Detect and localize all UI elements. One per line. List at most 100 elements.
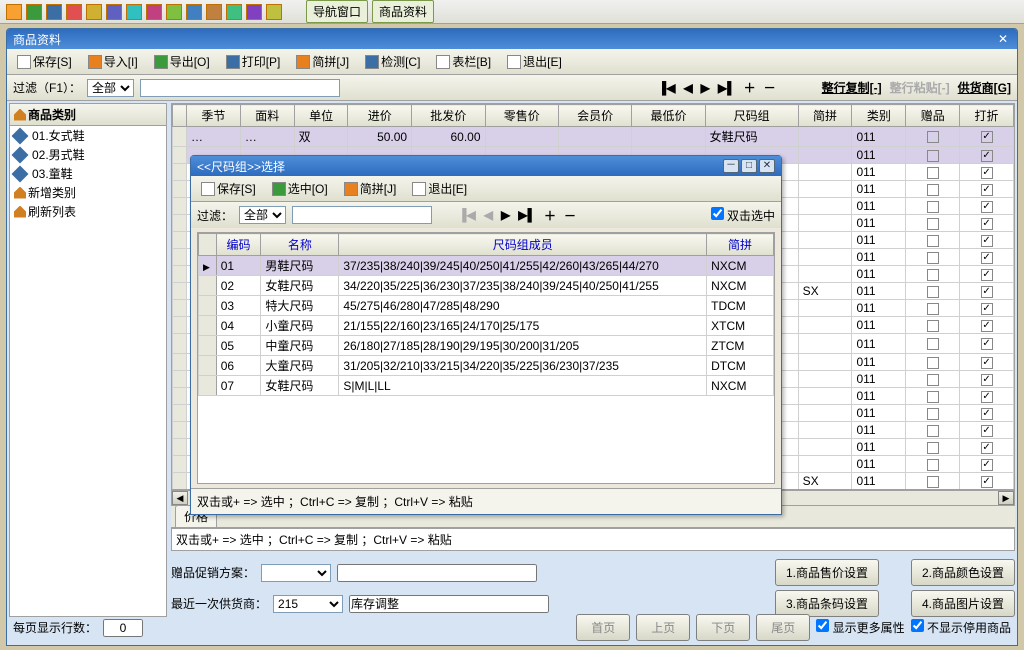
- row-copy-button[interactable]: 整行复制[-]: [822, 79, 882, 96]
- tree-header: 商品类别: [10, 104, 166, 126]
- image-settings-button[interactable]: 4.商品图片设置: [911, 590, 1015, 617]
- refresh-list-button[interactable]: 刷新列表: [10, 202, 166, 221]
- toolbar-icon[interactable]: [46, 4, 62, 20]
- dialog-title: <<尺码组>>选择: [197, 158, 285, 175]
- nav-add-icon[interactable]: ＋: [744, 79, 756, 96]
- tree-item[interactable]: 01.女式鞋: [10, 126, 166, 145]
- toolbar-icon[interactable]: [146, 4, 162, 20]
- first-page-button[interactable]: 首页: [576, 614, 630, 641]
- filter-label: 过滤（F1）：: [13, 79, 81, 96]
- add-category-button[interactable]: 新增类别: [10, 183, 166, 202]
- toolbar-icon[interactable]: [126, 4, 142, 20]
- nav-del-icon[interactable]: －: [764, 79, 776, 96]
- show-more-checkbox[interactable]: 显示更多属性: [816, 619, 904, 636]
- nav-last-icon[interactable]: ▶▌: [718, 81, 736, 95]
- promo-name-input[interactable]: [337, 564, 537, 582]
- table-row[interactable]: 07女鞋尺码S|M|L|LLNXCM: [199, 376, 774, 396]
- exit-button[interactable]: 退出[E]: [503, 51, 566, 72]
- table-row[interactable]: 02女鞋尺码34/220|35/225|36/230|37/235|38/240…: [199, 276, 774, 296]
- table-row[interactable]: ……双50.0060.00女鞋尺码011: [173, 127, 1014, 147]
- toolbar-icon[interactable]: [246, 4, 262, 20]
- minimize-icon[interactable]: －: [723, 159, 739, 173]
- nav-prev-icon: ◀: [484, 208, 493, 222]
- last-supplier-name-input[interactable]: [349, 595, 549, 613]
- promo-select[interactable]: [261, 564, 331, 582]
- toolbar-icon[interactable]: [166, 4, 182, 20]
- nav-prev-icon[interactable]: ◀: [683, 81, 692, 95]
- main-toolbar: 保存[S] 导入[I] 导出[O] 打印[P] 简拼[J] 检测[C] 表栏[B…: [7, 49, 1017, 75]
- dbl-click-select-checkbox[interactable]: 双击选中: [711, 207, 775, 224]
- dialog-filter-label: 过滤：: [197, 207, 233, 224]
- nav-tab[interactable]: 商品资料: [372, 0, 434, 23]
- print-button[interactable]: 打印[P]: [222, 51, 285, 72]
- next-page-button[interactable]: 下页: [696, 614, 750, 641]
- table-row[interactable]: 01男鞋尺码37/235|38/240|39/245|40/250|41/255…: [199, 256, 774, 276]
- toolbar-icon[interactable]: [26, 4, 42, 20]
- rows-per-page-input[interactable]: [103, 619, 143, 637]
- scroll-right-icon[interactable]: ▶: [998, 491, 1014, 505]
- nav-del-icon[interactable]: －: [564, 207, 576, 224]
- close-icon[interactable]: ✕: [759, 159, 775, 173]
- color-settings-button[interactable]: 2.商品颜色设置: [911, 559, 1015, 586]
- toolbar-icon[interactable]: [106, 4, 122, 20]
- supplier-button[interactable]: 供货商[G]: [958, 79, 1011, 96]
- maximize-icon[interactable]: □: [741, 159, 757, 173]
- dialog-filter-input[interactable]: [292, 206, 432, 224]
- close-icon[interactable]: ✕: [995, 32, 1011, 46]
- toolbar-icon[interactable]: [206, 4, 222, 20]
- nav-last-icon[interactable]: ▶▌: [518, 208, 536, 222]
- save-button[interactable]: 保存[S]: [13, 51, 76, 72]
- nav-next-icon[interactable]: ▶: [501, 208, 510, 222]
- nav-add-icon[interactable]: ＋: [544, 207, 556, 224]
- hint-text: 双击或+ => 选中 ；Ctrl+C => 复制 ；Ctrl+V => 粘贴: [171, 528, 1015, 551]
- size-group-grid[interactable]: 编码名称尺码组成员简拼01男鞋尺码37/235|38/240|39/245|40…: [197, 232, 775, 484]
- price-settings-button[interactable]: 1.商品售价设置: [775, 559, 879, 586]
- toolbar-icon[interactable]: [66, 4, 82, 20]
- last-supplier-select[interactable]: 215: [273, 595, 343, 613]
- table-row[interactable]: 06大童尺码31/205|32/210|33/215|34/220|35/225…: [199, 356, 774, 376]
- dialog-titlebar: <<尺码组>>选择 － □ ✕: [191, 156, 781, 176]
- export-button[interactable]: 导出[O]: [150, 51, 214, 72]
- table-row[interactable]: 03特大尺码45/275|46/280|47/285|48/290TDCM: [199, 296, 774, 316]
- size-group-dialog: <<尺码组>>选择 － □ ✕ 保存[S] 选中[O] 简拼[J] 退出[E] …: [190, 155, 782, 515]
- scroll-left-icon[interactable]: ◀: [172, 491, 188, 505]
- dialog-hint: 双击或+ => 选中 ；Ctrl+C => 复制 ；Ctrl+V => 粘贴: [191, 488, 781, 514]
- dialog-toolbar: 保存[S] 选中[O] 简拼[J] 退出[E]: [191, 176, 781, 202]
- dialog-save-button[interactable]: 保存[S]: [197, 178, 260, 199]
- last-page-button[interactable]: 尾页: [756, 614, 810, 641]
- toolbar-icon[interactable]: [226, 4, 242, 20]
- toolbar-icon[interactable]: [186, 4, 202, 20]
- filter-input[interactable]: [140, 79, 340, 97]
- simple-button[interactable]: 简拼[J]: [292, 51, 353, 72]
- import-button[interactable]: 导入[I]: [84, 51, 142, 72]
- nav-next-icon[interactable]: ▶: [701, 81, 710, 95]
- window-titlebar: 商品资料 ✕: [7, 29, 1017, 49]
- toolbar-icon[interactable]: [266, 4, 282, 20]
- table-row[interactable]: 05中童尺码26/180|27/185|28/190|29/195|30/200…: [199, 336, 774, 356]
- prev-page-button[interactable]: 上页: [636, 614, 690, 641]
- dialog-simple-button[interactable]: 简拼[J]: [340, 178, 401, 199]
- toolbar-icon[interactable]: [6, 4, 22, 20]
- window-title: 商品资料: [13, 31, 61, 48]
- barcode-settings-button[interactable]: 3.商品条码设置: [775, 590, 879, 617]
- columns-button[interactable]: 表栏[B]: [432, 51, 495, 72]
- check-button[interactable]: 检测[C]: [361, 51, 424, 72]
- filter-scope-select[interactable]: 全部: [87, 79, 134, 97]
- filter-row: 过滤（F1）： 全部 ▐◀ ◀ ▶ ▶▌ ＋ － 整行复制[-] 整行粘贴[-]…: [7, 75, 1017, 101]
- promo-label: 赠品促销方案：: [171, 564, 255, 581]
- dialog-exit-button[interactable]: 退出[E]: [408, 178, 471, 199]
- nav-first-icon[interactable]: ▐◀: [658, 81, 676, 95]
- footer: 每页显示行数： 首页 上页 下页 尾页 显示更多属性 不显示停用商品: [13, 614, 1011, 641]
- table-row[interactable]: 04小童尺码21/155|22/160|23/165|24/170|25/175…: [199, 316, 774, 336]
- dialog-select-button[interactable]: 选中[O]: [268, 178, 332, 199]
- tree-item[interactable]: 03.童鞋: [10, 164, 166, 183]
- last-supplier-label: 最近一次供货商：: [171, 595, 267, 612]
- dialog-filter-scope[interactable]: 全部: [239, 206, 286, 224]
- row-paste-button: 整行粘贴[-]: [890, 79, 950, 96]
- rows-per-page-label: 每页显示行数：: [13, 619, 97, 636]
- toolbar-icon[interactable]: [86, 4, 102, 20]
- nav-first-icon: ▐◀: [458, 208, 476, 222]
- hide-disabled-checkbox[interactable]: 不显示停用商品: [911, 619, 1011, 636]
- tree-item[interactable]: 02.男式鞋: [10, 145, 166, 164]
- nav-tab[interactable]: 导航窗口: [306, 0, 368, 23]
